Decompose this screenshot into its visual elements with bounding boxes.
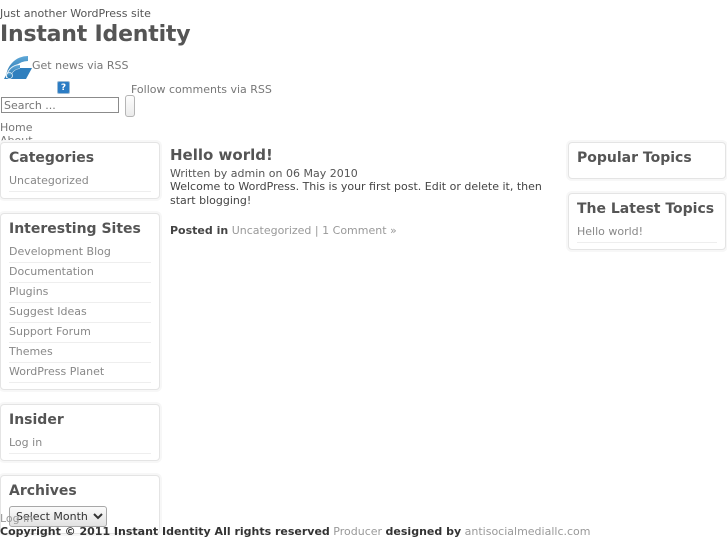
copyright-text: Copyright © 2011 Instant Identity All ri…: [0, 525, 330, 538]
site-link[interactable]: Development Blog: [9, 245, 111, 258]
widget-list: Development Blog Documentation Plugins S…: [9, 243, 151, 383]
list-item[interactable]: WordPress Planet: [9, 363, 151, 383]
site-link[interactable]: Documentation: [9, 265, 94, 278]
post-category-link[interactable]: Uncategorized: [232, 224, 312, 237]
login-link[interactable]: Log in: [9, 436, 42, 449]
site-link[interactable]: Support Forum: [9, 325, 91, 338]
widget-latest-topics: The Latest Topics Hello world!: [568, 193, 726, 250]
widget-categories: Categories Uncategorized: [0, 142, 160, 199]
widget-popular-topics: Popular Topics: [568, 142, 726, 179]
list-item[interactable]: Documentation: [9, 263, 151, 283]
post-comments-link[interactable]: 1 Comment »: [322, 224, 397, 237]
main-content: Hello world! Written by admin on 06 May …: [170, 146, 555, 237]
widget-title: Interesting Sites: [9, 221, 141, 237]
widget-list: Uncategorized: [9, 172, 151, 192]
search-form: [0, 95, 727, 119]
site-tagline: Just another WordPress site: [0, 7, 151, 20]
list-item[interactable]: Development Blog: [9, 243, 151, 263]
producer-link[interactable]: Producer: [333, 525, 382, 538]
list-item[interactable]: Suggest Ideas: [9, 303, 151, 323]
rss-comments-label[interactable]: Follow comments via RSS: [131, 83, 272, 96]
site-header: Just another WordPress site Instant Iden…: [0, 0, 727, 148]
widget-title: Insider: [9, 412, 64, 428]
left-sidebar: Categories Uncategorized Interesting Sit…: [0, 142, 160, 548]
list-item[interactable]: Plugins: [9, 283, 151, 303]
rss-links-row: Get news via RSS ? Follow comments via R…: [0, 51, 727, 96]
footer-login-link[interactable]: Log in: [0, 512, 33, 525]
list-item[interactable]: Support Forum: [9, 323, 151, 343]
widget-title: Popular Topics: [577, 150, 692, 166]
site-link[interactable]: Suggest Ideas: [9, 305, 87, 318]
designer-link[interactable]: antisocialmediallc.com: [465, 525, 591, 538]
list-item[interactable]: Themes: [9, 343, 151, 363]
post-meta: Written by admin on 06 May 2010: [170, 167, 358, 180]
posted-in-label: Posted in: [170, 224, 229, 237]
category-link[interactable]: Uncategorized: [9, 174, 89, 187]
site-footer: Log in Copyright © 2011 Instant Identity…: [0, 512, 727, 539]
footer-login: Log in: [0, 512, 727, 525]
site-link[interactable]: Themes: [9, 345, 53, 358]
list-item[interactable]: Hello world!: [577, 223, 717, 243]
site-title: Instant Identity: [0, 22, 191, 47]
rss-news-label[interactable]: Get news via RSS: [32, 59, 128, 72]
nav-item-home[interactable]: Home: [0, 121, 727, 134]
site-link[interactable]: WordPress Planet: [9, 365, 104, 378]
site-link[interactable]: Plugins: [9, 285, 48, 298]
footer-copyright: Copyright © 2011 Instant Identity All ri…: [0, 525, 727, 539]
widget-insider: Insider Log in: [0, 404, 160, 461]
meta-separator: |: [314, 224, 319, 237]
post-footer: Posted in Uncategorized | 1 Comment »: [170, 224, 555, 237]
widget-title: Categories: [9, 150, 95, 166]
broken-image-icon: ?: [57, 81, 70, 94]
widget-interesting-sites: Interesting Sites Development Blog Docum…: [0, 213, 160, 390]
right-sidebar: Popular Topics The Latest Topics Hello w…: [568, 142, 726, 264]
designed-by-label: designed by: [385, 525, 462, 538]
search-submit-button[interactable]: [125, 95, 135, 117]
widget-list: Log in: [9, 434, 151, 454]
post-body: Welcome to WordPress. This is your first…: [170, 180, 542, 207]
post-article: Hello world! Written by admin on 06 May …: [170, 146, 555, 237]
list-item[interactable]: Log in: [9, 434, 151, 454]
widget-title: The Latest Topics: [577, 201, 715, 217]
latest-topic-link[interactable]: Hello world!: [577, 225, 643, 238]
post-title[interactable]: Hello world!: [170, 146, 555, 164]
widget-title: Archives: [9, 483, 77, 499]
rss-icon[interactable]: [2, 52, 34, 81]
list-item[interactable]: Uncategorized: [9, 172, 151, 192]
widget-list: Hello world!: [577, 223, 717, 243]
search-input[interactable]: [1, 97, 119, 113]
